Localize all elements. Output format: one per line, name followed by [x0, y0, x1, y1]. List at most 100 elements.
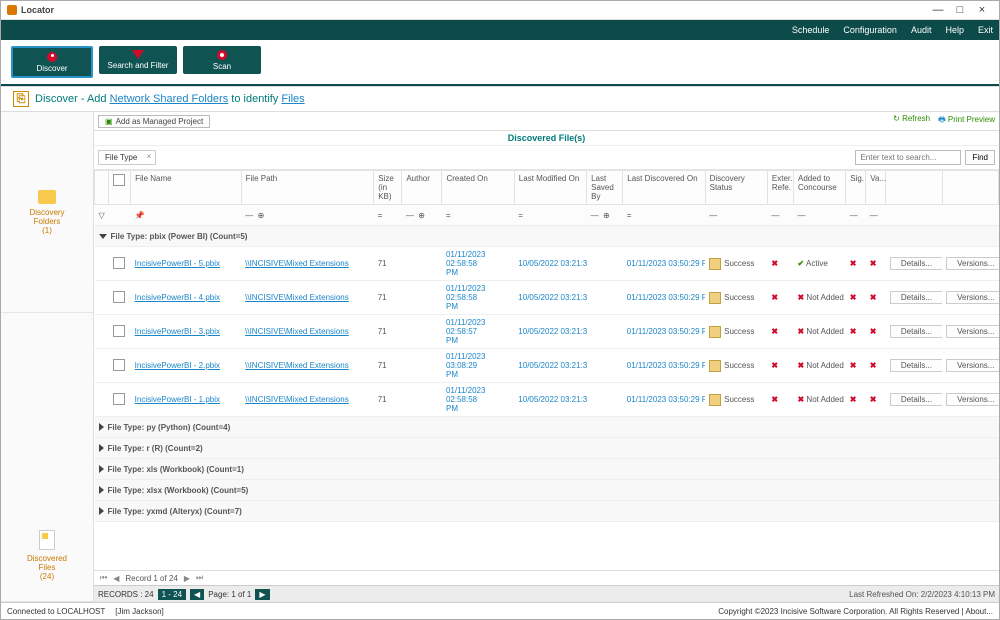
pager-next[interactable]: ▶ [184, 574, 190, 583]
file-icon [39, 530, 55, 550]
cell-size: 71 [374, 315, 402, 349]
menu-help[interactable]: Help [945, 25, 964, 35]
cell-discovered: 01/11/2023 03:50:29 PM [623, 247, 705, 281]
group-row[interactable]: File Type: r (R) (Count=2) [95, 438, 999, 459]
details-button[interactable]: Details... [890, 359, 942, 372]
nav-discovered-files[interactable]: Discovered Files (24) [1, 313, 93, 602]
find-button[interactable]: Find [965, 150, 995, 165]
row-checkbox[interactable] [113, 257, 125, 269]
pin-icon[interactable]: 📌 [131, 205, 241, 226]
content-area: ▣ Add as Managed Project ↻ Refresh 🖶 Pri… [94, 112, 999, 602]
file-path-link[interactable]: \\INCISIVE\Mixed Extensions [245, 361, 349, 370]
record-indicator: Record 1 of 24 [125, 574, 177, 583]
file-name-link[interactable]: IncisivePowerBI - 2.pbix [135, 361, 220, 370]
discovery-status: Success [709, 258, 763, 270]
pager-prev[interactable]: ◀ [113, 574, 119, 583]
group-row[interactable]: File Type: py (Python) (Count=4) [95, 417, 999, 438]
col-file-path[interactable]: File Path [241, 171, 374, 205]
group-row[interactable]: File Type: xls (Workbook) (Count=1) [95, 459, 999, 480]
file-name-link[interactable]: IncisivePowerBI - 5.pbix [135, 259, 220, 268]
record-pager: ⏮ ◀ Record 1 of 24 ▶ ⏭ [94, 570, 999, 585]
versions-button[interactable]: Versions... [946, 257, 998, 270]
status-icon [709, 360, 721, 372]
search-input[interactable] [855, 150, 961, 165]
menu-configuration[interactable]: Configuration [843, 25, 897, 35]
menu-schedule[interactable]: Schedule [792, 25, 830, 35]
records-range[interactable]: 1 - 24 [158, 589, 186, 600]
col-file-name[interactable]: File Name [131, 171, 241, 205]
group-row[interactable]: File Type: pbix (Power BI) (Count=5) [95, 226, 999, 247]
file-name-link[interactable]: IncisivePowerBI - 3.pbix [135, 327, 220, 336]
versions-button[interactable]: Versions... [946, 393, 998, 406]
close-button[interactable]: × [971, 4, 993, 16]
col-discovered[interactable]: Last Discovered On [623, 171, 705, 205]
search-filter-button[interactable]: Search and Filter [99, 46, 177, 74]
maximize-button[interactable]: □ [949, 4, 971, 16]
menu-exit[interactable]: Exit [978, 25, 993, 35]
scan-button[interactable]: Scan [183, 46, 261, 74]
row-checkbox[interactable] [113, 291, 125, 303]
col-author[interactable]: Author [402, 171, 442, 205]
select-all-checkbox[interactable] [113, 174, 125, 186]
add-managed-project-button[interactable]: ▣ Add as Managed Project [98, 115, 210, 128]
table-row[interactable]: IncisivePowerBI - 5.pbix \\INCISIVE\Mixed… [95, 247, 999, 281]
breadcrumb-icon: ⎘ [13, 91, 29, 107]
details-button[interactable]: Details... [890, 393, 942, 406]
file-path-link[interactable]: \\INCISIVE\Mixed Extensions [245, 327, 349, 336]
add-icon: ▣ [105, 117, 113, 126]
table-row[interactable]: IncisivePowerBI - 4.pbix \\INCISIVE\Mixed… [95, 281, 999, 315]
pager-first[interactable]: ⏮ [100, 573, 107, 583]
group-row[interactable]: File Type: xlsx (Workbook) (Count=5) [95, 480, 999, 501]
status-icon [709, 326, 721, 338]
file-name-link[interactable]: IncisivePowerBI - 1.pbix [135, 395, 220, 404]
col-created[interactable]: Created On [442, 171, 514, 205]
refresh-button[interactable]: ↻ Refresh [893, 114, 930, 128]
menu-audit[interactable]: Audit [911, 25, 932, 35]
details-button[interactable]: Details... [890, 257, 942, 270]
discovery-status: Success [709, 326, 763, 338]
link-network-folders[interactable]: Network Shared Folders [110, 93, 229, 105]
app-title: Locator [21, 5, 54, 15]
cell-created: 01/11/2023 02:58:58 PM [442, 383, 514, 417]
row-checkbox[interactable] [113, 393, 125, 405]
print-preview-button[interactable]: 🖶 Print Preview [938, 114, 995, 128]
records-count: RECORDS : 24 [98, 590, 154, 599]
page-prev[interactable]: ◀ [190, 589, 204, 600]
file-type-chip[interactable]: File Type [98, 150, 156, 165]
file-path-link[interactable]: \\INCISIVE\Mixed Extensions [245, 293, 349, 302]
discovery-status: Success [709, 292, 763, 304]
table-row[interactable]: IncisivePowerBI - 1.pbix \\INCISIVE\Mixed… [95, 383, 999, 417]
details-button[interactable]: Details... [890, 325, 942, 338]
versions-button[interactable]: Versions... [946, 359, 998, 372]
col-saved-by[interactable]: Last Saved By [587, 171, 623, 205]
col-ext-refs[interactable]: Exter. Refe. [767, 171, 793, 205]
col-concourse[interactable]: Added to Concourse [794, 171, 846, 205]
group-row[interactable]: File Type: yxmd (Alteryx) (Count=7) [95, 501, 999, 522]
discover-button[interactable]: Discover [11, 46, 93, 78]
col-va[interactable]: Va... [866, 171, 886, 205]
details-button[interactable]: Details... [890, 291, 942, 304]
col-discovery-status[interactable]: Discovery Status [705, 171, 767, 205]
file-path-link[interactable]: \\INCISIVE\Mixed Extensions [245, 259, 349, 268]
col-sig[interactable]: Sig. [846, 171, 866, 205]
file-name-link[interactable]: IncisivePowerBI - 4.pbix [135, 293, 220, 302]
minimize-button[interactable]: — [927, 4, 949, 16]
versions-button[interactable]: Versions... [946, 325, 998, 338]
chevron-right-icon [99, 444, 104, 452]
cell-modified: 10/05/2022 03:21:31 PM [514, 349, 586, 383]
file-path-link[interactable]: \\INCISIVE\Mixed Extensions [245, 395, 349, 404]
col-size[interactable]: Size (in KB) [374, 171, 402, 205]
row-checkbox[interactable] [113, 359, 125, 371]
va-icon: ✖ [870, 361, 877, 370]
table-row[interactable]: IncisivePowerBI - 2.pbix \\INCISIVE\Mixed… [95, 349, 999, 383]
concourse-icon: ✖ [798, 395, 805, 404]
row-checkbox[interactable] [113, 325, 125, 337]
versions-button[interactable]: Versions... [946, 291, 998, 304]
page-next[interactable]: ▶ [255, 589, 269, 600]
nav-discovery-folders[interactable]: Discovery Folders (1) [1, 112, 93, 313]
cell-size: 71 [374, 247, 402, 281]
col-modified[interactable]: Last Modified On [514, 171, 586, 205]
pager-last[interactable]: ⏭ [196, 573, 203, 583]
table-row[interactable]: IncisivePowerBI - 3.pbix \\INCISIVE\Mixed… [95, 315, 999, 349]
link-files[interactable]: Files [281, 93, 304, 105]
